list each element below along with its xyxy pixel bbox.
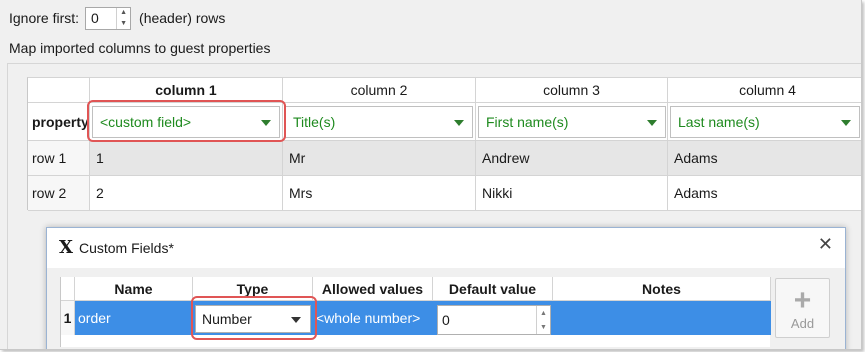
grid-corner: [28, 78, 90, 103]
property-cell-4: Last name(s): [668, 103, 861, 141]
ignore-first-label: Ignore first:: [9, 10, 80, 26]
dropdown-arrow-icon: [841, 120, 851, 126]
cell-r1-c2[interactable]: Mr: [283, 141, 476, 176]
plus-icon: +: [793, 283, 812, 317]
property-combo-3-value: First name(s): [486, 114, 569, 130]
header-default-value[interactable]: Default value: [433, 277, 553, 301]
fields-corner: [61, 277, 75, 301]
property-combo-4[interactable]: Last name(s): [670, 106, 860, 138]
close-icon[interactable]: ✕: [818, 234, 833, 255]
highlight-type-combo: [191, 296, 317, 340]
header-allowed-values[interactable]: Allowed values: [313, 277, 433, 301]
import-window: Ignore first: 0 ▲ ▼ (header) rows Map im…: [0, 0, 862, 350]
cell-r1-c4[interactable]: Adams: [668, 141, 861, 176]
spin-up-icon[interactable]: ▲: [537, 306, 550, 320]
highlight-custom-field: [87, 100, 286, 142]
default-value[interactable]: 0: [438, 306, 536, 334]
custom-fields-table: Name Type Allowed values Default value N…: [60, 277, 771, 347]
header-name[interactable]: Name: [75, 277, 193, 301]
column-header-4[interactable]: column 4: [668, 78, 861, 103]
ignore-first-row: Ignore first: 0 ▲ ▼ (header) rows: [9, 6, 225, 30]
ignore-first-spinner[interactable]: 0 ▲ ▼: [85, 6, 132, 30]
dropdown-arrow-icon: [454, 120, 464, 126]
property-row-header: property: [28, 103, 90, 141]
spin-down-icon[interactable]: ▼: [117, 18, 130, 29]
spin-down-icon[interactable]: ▼: [537, 320, 550, 334]
cell-r2-c2[interactable]: Mrs: [283, 176, 476, 211]
default-value-spinner[interactable]: 0 ▲ ▼: [437, 305, 551, 335]
map-columns-label: Map imported columns to guest properties: [9, 40, 271, 56]
dialog-body: Name Type Allowed values Default value N…: [47, 268, 845, 349]
dialog-title: Custom Fields*: [78, 239, 174, 256]
cell-r1-c3[interactable]: Andrew: [476, 141, 668, 176]
dialog-titlebar: X Custom Fields*: [59, 237, 174, 258]
row-header-1[interactable]: row 1: [28, 141, 90, 176]
ignore-first-suffix: (header) rows: [139, 10, 226, 26]
custom-fields-dialog: X Custom Fields* ✕ Name Type Allowed val…: [46, 227, 846, 349]
field-notes-cell[interactable]: [553, 301, 771, 335]
property-cell-2: Title(s): [283, 103, 476, 141]
header-notes[interactable]: Notes: [553, 277, 771, 301]
column-header-3[interactable]: column 3: [476, 78, 668, 103]
row-header-2[interactable]: row 2: [28, 176, 90, 211]
add-button-label: Add: [790, 315, 815, 331]
ignore-first-value[interactable]: 0: [86, 8, 116, 29]
cell-r1-c1[interactable]: 1: [90, 141, 283, 176]
cell-r2-c3[interactable]: Nikki: [476, 176, 668, 211]
dropdown-arrow-icon: [647, 120, 657, 126]
property-combo-2[interactable]: Title(s): [285, 106, 473, 138]
app-x-icon: X: [59, 237, 73, 258]
column-header-2[interactable]: column 2: [283, 78, 476, 103]
field-name-cell[interactable]: order: [75, 301, 193, 335]
spin-up-icon[interactable]: ▲: [117, 8, 130, 19]
property-combo-2-value: Title(s): [293, 114, 336, 130]
cell-r2-c1[interactable]: 2: [90, 176, 283, 211]
property-cell-3: First name(s): [476, 103, 668, 141]
property-combo-3[interactable]: First name(s): [478, 106, 666, 138]
cell-r2-c4[interactable]: Adams: [668, 176, 861, 211]
property-combo-4-value: Last name(s): [678, 114, 760, 130]
add-field-button[interactable]: + Add: [775, 278, 830, 338]
field-row-index[interactable]: 1: [61, 301, 75, 335]
field-allowed-cell[interactable]: <whole number>: [313, 301, 433, 335]
mapping-grid: column 1 column 2 column 3 column 4 prop…: [27, 77, 861, 211]
